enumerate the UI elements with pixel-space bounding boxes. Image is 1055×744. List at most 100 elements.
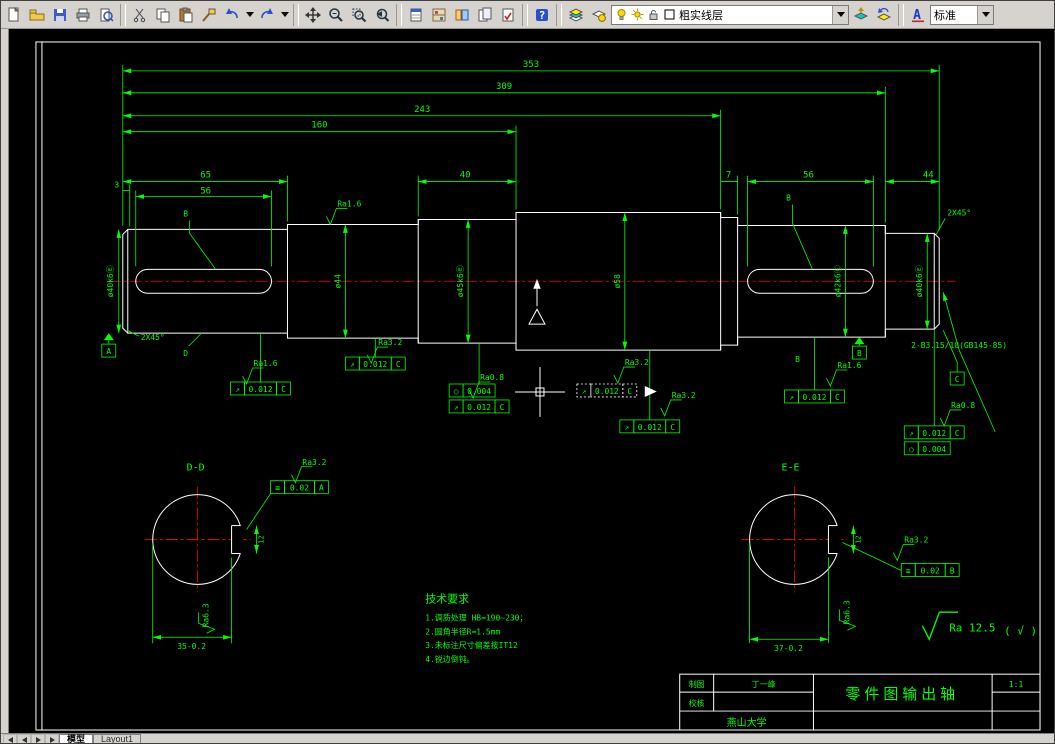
undo-button[interactable] [221,3,243,26]
sheetset-button[interactable] [474,3,496,26]
redo-icon [261,7,273,18]
tab-prev-button[interactable] [17,734,31,743]
layer-previous-icon [876,7,892,21]
tab-first-button[interactable] [3,734,17,743]
layer-states-button[interactable] [588,3,610,26]
tol-frame-5: ↗ 0.012 C [619,419,681,434]
tab-last-button[interactable] [45,734,59,743]
zoom-previous-button[interactable] [371,3,393,26]
layer-unlock-icon [649,10,658,20]
properties-button[interactable] [405,3,427,26]
svg-text:0.012: 0.012 [802,393,826,402]
drawing-border [35,41,1041,731]
pan-button[interactable] [302,3,324,26]
tab-next-button[interactable] [31,734,45,743]
sheetset-icon [478,7,492,21]
tab-model[interactable]: 模型 [59,734,94,743]
zoom-window-button[interactable] [348,3,370,26]
chevron-down-icon [981,12,990,17]
paste-button[interactable] [175,3,197,26]
tab-layout1[interactable]: Layout1 [93,734,142,743]
redo-button[interactable] [256,3,278,26]
svg-text:C: C [955,429,960,438]
layer-combo[interactable]: 粗实线层 [611,4,849,25]
svg-text:ø44: ø44 [333,274,342,289]
svg-text:37-0.2: 37-0.2 [774,644,803,653]
printer-icon [76,8,90,21]
markup-button[interactable] [497,3,519,26]
svg-text:3: 3 [114,181,119,190]
svg-text:Ra6.3: Ra6.3 [202,603,211,627]
undo-dropdown[interactable] [244,3,255,26]
svg-text:40: 40 [460,171,471,181]
svg-text:1.调质处理 HB=190~230；: 1.调质处理 HB=190~230； [425,612,527,622]
style-combo-arrow[interactable] [977,5,993,24]
prev-tab-icon [21,736,27,743]
svg-text:ø40k6Ⓔ: ø40k6Ⓔ [106,265,115,297]
paste-icon [179,7,193,22]
new-button[interactable] [3,3,25,26]
svg-text:0.012: 0.012 [638,423,662,432]
properties-icon [410,8,422,21]
layer-manager-button[interactable] [565,3,587,26]
zoom-realtime-button[interactable] [325,3,347,26]
match-properties-button[interactable] [198,3,220,26]
svg-text:2.圆角半径R=1.5mm: 2.圆角半径R=1.5mm [425,626,500,636]
layer-on-bulb-icon [617,9,626,20]
svg-text:↗: ↗ [454,403,459,412]
svg-text:56: 56 [803,171,814,181]
copy-button[interactable] [152,3,174,26]
layer-previous-button[interactable] [873,3,895,26]
open-folder-icon [29,9,45,20]
svg-text:0.012: 0.012 [922,429,946,438]
svg-text:56: 56 [200,187,211,197]
dim-flip-arrow [644,385,657,397]
print-preview-button[interactable] [95,3,117,26]
svg-text:技术要求: 技术要求 [425,592,469,605]
svg-text:2X45°: 2X45° [141,333,165,342]
svg-text:Ra3.2: Ra3.2 [904,536,928,545]
first-tab-icon [7,736,13,743]
keyway-b-labels: B B [183,194,813,270]
last-tab-icon [49,736,55,743]
next-tab-icon [35,736,41,743]
rest-roughness: Ra 12.5 ( √ ) [921,611,1037,640]
left-frame-strip [1,29,9,733]
tol-frame-4-selected[interactable]: ↗ 0.012 C [576,383,638,398]
svg-text:↗: ↗ [235,385,240,394]
style-combo[interactable]: 标准 [930,4,994,25]
redo-dropdown[interactable] [279,3,290,26]
ucs-icon [528,278,546,325]
new-file-icon [8,6,20,21]
svg-text:160: 160 [311,121,327,131]
copy-icon [156,8,170,22]
svg-text:0.012: 0.012 [249,385,273,394]
extension-lines [122,64,940,267]
layout-tabbar: 模型 Layout1 [1,733,1054,743]
svg-text:丁一峰: 丁一峰 [752,679,776,689]
zoom-previous-icon [376,8,390,22]
cut-button[interactable] [129,3,151,26]
drawing-canvas[interactable]: 353 309 243 160 3 65 56 40 7 56 44 ø40k6… [9,29,1054,733]
toolbar-separator [120,3,126,26]
designcenter-button[interactable] [428,3,450,26]
layer-color-swatch [664,9,675,20]
svg-text:Ra1.6: Ra1.6 [337,199,361,208]
chevron-down-icon [836,12,845,17]
svg-text:C: C [281,385,286,394]
layer-combo-arrow[interactable] [832,5,848,24]
svg-text:Ra3.2: Ra3.2 [378,338,402,347]
open-button[interactable] [26,3,48,26]
tool-palettes-button[interactable] [451,3,473,26]
standard-toolbar: ? 粗实线层 A 标准 [1,1,1054,29]
text-style-button[interactable]: A [907,3,929,26]
help-button[interactable]: ? [531,3,553,26]
toolbar-separator [898,3,904,26]
save-button[interactable] [49,3,71,26]
pan-icon [305,6,321,23]
print-button[interactable] [72,3,94,26]
make-layer-current-button[interactable] [850,3,872,26]
toolbar-separator [556,3,562,26]
svg-text:○: ○ [909,445,914,454]
toolbar-separator [522,3,528,26]
